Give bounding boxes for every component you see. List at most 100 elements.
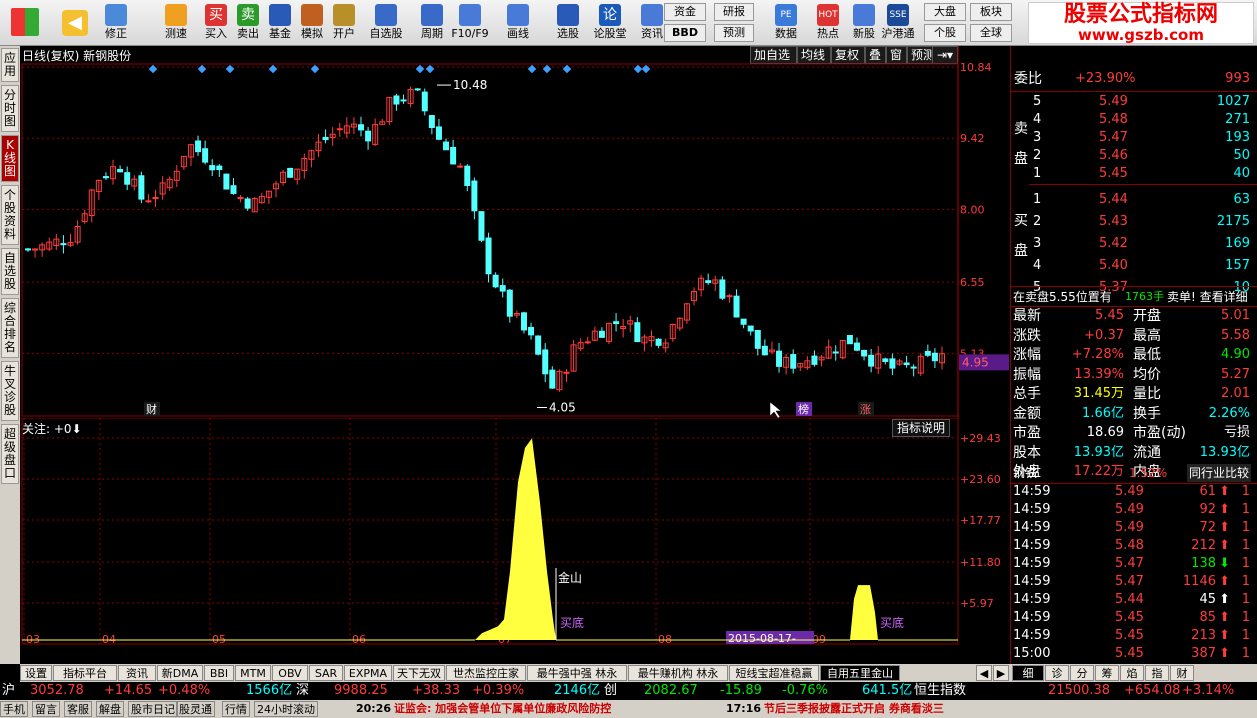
indicator-tab-6[interactable]: OBV <box>272 665 308 681</box>
status-item-4[interactable]: 股市日记 <box>128 701 178 717</box>
toolbar-sell-button[interactable]: 卖卖出 <box>232 2 264 44</box>
gegu-button[interactable]: 个股 <box>924 24 966 42</box>
indicator-tab-2[interactable]: 资讯 <box>118 665 156 681</box>
indicator-tab-14[interactable]: 自用五里金山 <box>820 665 900 681</box>
toolbar-f10-button[interactable]: F10/F9 <box>448 2 492 44</box>
candle-body <box>903 362 910 366</box>
side-tab-1[interactable]: 分时图 <box>1 85 19 132</box>
weibi-row: 委比 +23.90% 993 <box>1011 70 1257 90</box>
arrow-up-icon: ⬆ <box>1219 592 1230 607</box>
toolbar-fund-button[interactable]: 基金 <box>264 2 296 44</box>
quote-tab-4[interactable]: 焰 <box>1120 665 1144 681</box>
quanqiu-button[interactable]: 全球 <box>970 24 1012 42</box>
quote-tab-2[interactable]: 分 <box>1070 665 1094 681</box>
side-tab-3[interactable]: 个股资料 <box>1 185 19 245</box>
status-item-3[interactable]: 解盘 <box>96 701 124 717</box>
toolbar-button-label: 修正 <box>105 27 127 40</box>
status-item-2[interactable]: 客服 <box>64 701 92 717</box>
buy-level: 3 <box>1033 236 1042 251</box>
toolbar-pencil-button[interactable]: 画线 <box>496 2 540 44</box>
toolbar-pe-button[interactable]: PE 数据 <box>764 2 808 44</box>
candle-body <box>705 280 712 284</box>
candle-body <box>400 99 407 102</box>
toolbar-star-button[interactable]: 自选股 <box>364 2 408 44</box>
indicator-tab-9[interactable]: 天下无双 <box>393 665 445 681</box>
tick-price: 5.49 <box>1115 484 1144 499</box>
buy-price[interactable]: 5.40 <box>1099 257 1128 275</box>
hs-change: +654.08 <box>1124 683 1181 698</box>
toolbar-discuss-button[interactable]: 论论股堂 <box>588 2 632 44</box>
candle-body <box>102 176 109 179</box>
indicator-tab-5[interactable]: MTM <box>235 665 271 681</box>
kline-chart[interactable]: 日线(复权) 新钢股份 加自选 均线 复权叠窗预测 ⇥▾ 10.84 9.42 8.00… <box>20 46 1010 418</box>
zijin-button[interactable]: 资金 <box>664 3 706 21</box>
stat-value: 13.39% <box>1074 366 1124 382</box>
bbd-button[interactable]: BBD <box>664 24 706 42</box>
sell-price[interactable]: 5.48 <box>1099 111 1128 129</box>
candle-body <box>428 115 435 128</box>
indicator-tab-13[interactable]: 短线宝超准稳赢 <box>729 665 819 681</box>
news1-headline[interactable]: 证监会: 加强会管单位下属单位廉政风险防控 <box>394 701 611 717</box>
sell-price[interactable]: 5.46 <box>1099 147 1128 165</box>
toolbar-lock-button[interactable]: 开户 <box>328 2 360 44</box>
indicator-tab-7[interactable]: SAR <box>309 665 343 681</box>
side-tab-2[interactable]: K线图 <box>1 135 19 182</box>
status-item-1[interactable]: 留言 <box>32 701 60 717</box>
tick-volume: 1146 <box>1182 574 1216 589</box>
news2-headline[interactable]: 节后三季报披露正式开启 券商看淡三 <box>764 701 944 717</box>
indicator-tab-3[interactable]: 新DMA <box>157 665 203 681</box>
side-tab-7[interactable]: 超级盘口 <box>1 424 19 484</box>
label-jinshan: 金山 <box>558 570 582 585</box>
indicator-chart[interactable]: +29.43+23.60+17.77+11.80+5.9703040506070… <box>20 418 1010 646</box>
toolbar-clock-button[interactable]: 测速 <box>160 2 192 44</box>
indicator-tab-1[interactable]: 指标平台 <box>53 665 117 681</box>
sell-price[interactable]: 5.49 <box>1099 93 1128 111</box>
yanbao-button[interactable]: 研报 <box>714 3 754 21</box>
sz-change: +38.33 <box>412 683 461 698</box>
scroll-right-icon[interactable]: ▶ <box>993 665 1009 681</box>
event-diamond <box>425 64 435 74</box>
indicator-explain-button[interactable]: 指标说明 <box>892 419 951 437</box>
arrow-up-icon: ⬆ <box>1219 610 1230 625</box>
indicator-tab-8[interactable]: EXPMA <box>344 665 392 681</box>
industry-compare-button[interactable]: 同行业比较 <box>1187 464 1252 482</box>
indicator-tab-12[interactable]: 最牛赚机构 林永 <box>628 665 728 681</box>
buy-price[interactable]: 5.43 <box>1099 213 1128 231</box>
notice-link[interactable]: 卖单! 查看详细 <box>1167 288 1248 306</box>
toolbar-arrow-up-button[interactable]: 修正 <box>100 2 132 44</box>
hammer-icon <box>301 4 323 26</box>
indicator-tab-4[interactable]: BBI <box>204 665 234 681</box>
toolbar-buy-button[interactable]: 买买入 <box>200 2 232 44</box>
quote-tab-5[interactable]: 指 <box>1145 665 1169 681</box>
sell-price[interactable]: 5.45 <box>1099 165 1128 183</box>
sell-price[interactable]: 5.47 <box>1099 129 1128 147</box>
toolbar-hammer-button[interactable]: 模拟 <box>296 2 328 44</box>
side-tab-4[interactable]: 自选股 <box>1 248 19 295</box>
quote-tab-1[interactable]: 诊 <box>1045 665 1069 681</box>
buy-price[interactable]: 5.42 <box>1099 235 1128 253</box>
yuce-button[interactable]: 预测 <box>714 24 754 42</box>
side-tab-6[interactable]: 牛叉诊股 <box>1 361 19 421</box>
status-item-0[interactable]: 手机 <box>0 701 28 717</box>
windows-logo-icon[interactable] <box>4 2 46 44</box>
back-button[interactable]: ◀ <box>58 2 92 44</box>
side-tab-5[interactable]: 综合排名 <box>1 298 19 358</box>
quote-tab-3[interactable]: 筹 <box>1095 665 1119 681</box>
status-item-6[interactable]: 行情 <box>222 701 250 717</box>
indicator-tab-10[interactable]: 世杰监控庄家 <box>446 665 526 681</box>
status-item-5[interactable]: 股灵通 <box>176 701 215 717</box>
buy-price[interactable]: 5.44 <box>1099 191 1128 209</box>
scroll-left-icon[interactable]: ◀ <box>976 665 992 681</box>
bankuai-button[interactable]: 板块 <box>970 3 1012 21</box>
toolbar-screen-button[interactable]: 选股 <box>546 2 590 44</box>
indicator-tab-11[interactable]: 最牛强中强 林永 <box>527 665 627 681</box>
candle-body <box>726 295 733 298</box>
quote-tab-0[interactable]: 细 <box>1012 665 1044 681</box>
quote-tab-6[interactable]: 财 <box>1170 665 1194 681</box>
toolbar-hk-button[interactable]: SSE 沪港通 <box>876 2 920 44</box>
status-item-7[interactable]: 24小时滚动 <box>254 701 318 717</box>
side-tab-0[interactable]: 应用 <box>1 48 19 82</box>
event-marker: 涨 <box>860 403 871 416</box>
dapan-button[interactable]: 大盘 <box>924 3 966 21</box>
indicator-tab-0[interactable]: 设置 <box>20 665 52 681</box>
